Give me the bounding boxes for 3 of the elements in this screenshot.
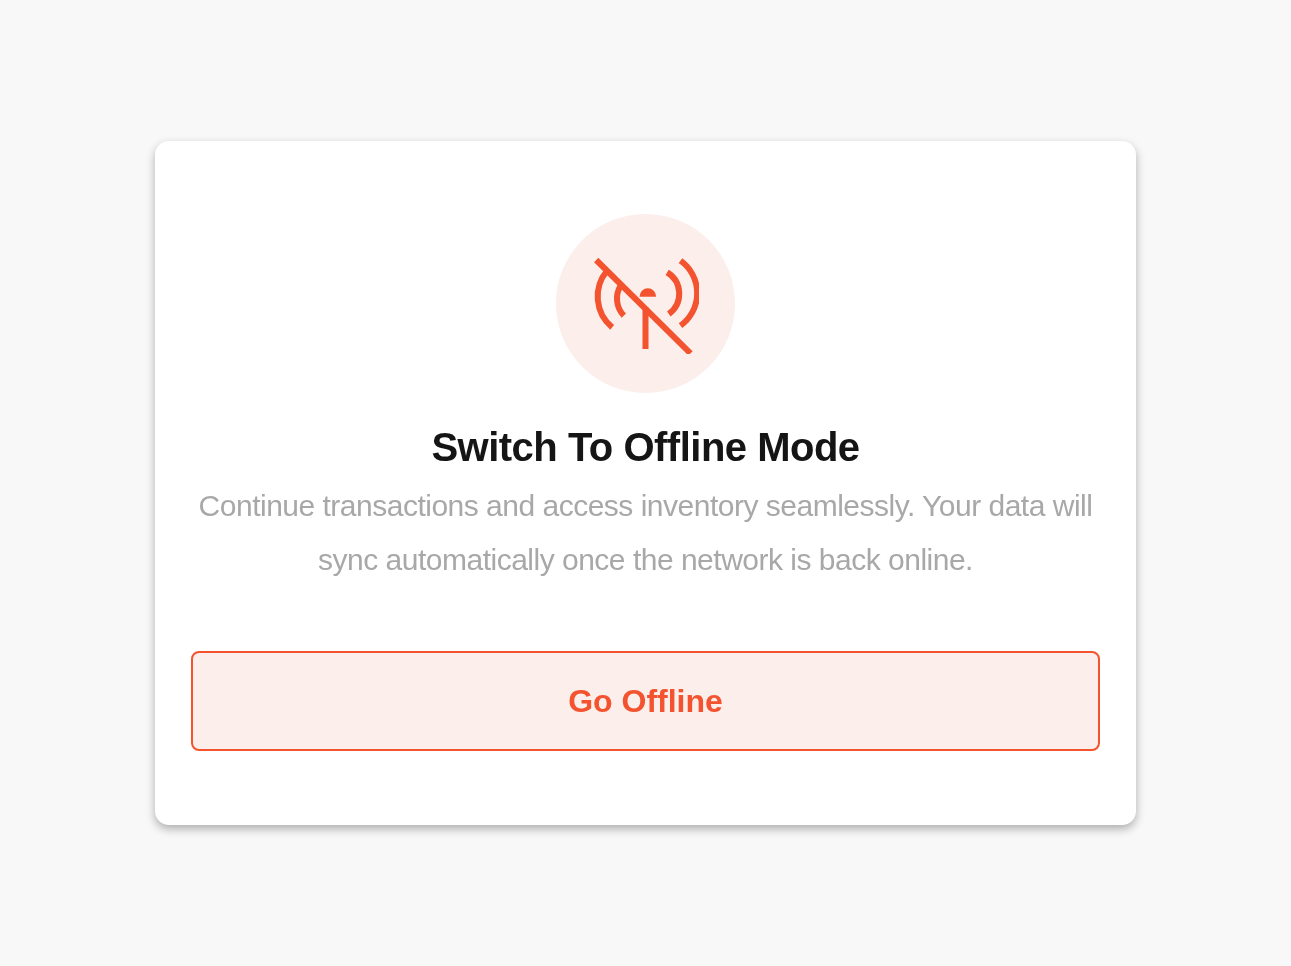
go-offline-button[interactable]: Go Offline (191, 651, 1100, 751)
dialog-title: Switch To Offline Mode (431, 424, 860, 471)
dialog-message: Continue transactions and access inventory seamlessly. Your data will sync automatically once the network is back online. (197, 488, 1094, 578)
